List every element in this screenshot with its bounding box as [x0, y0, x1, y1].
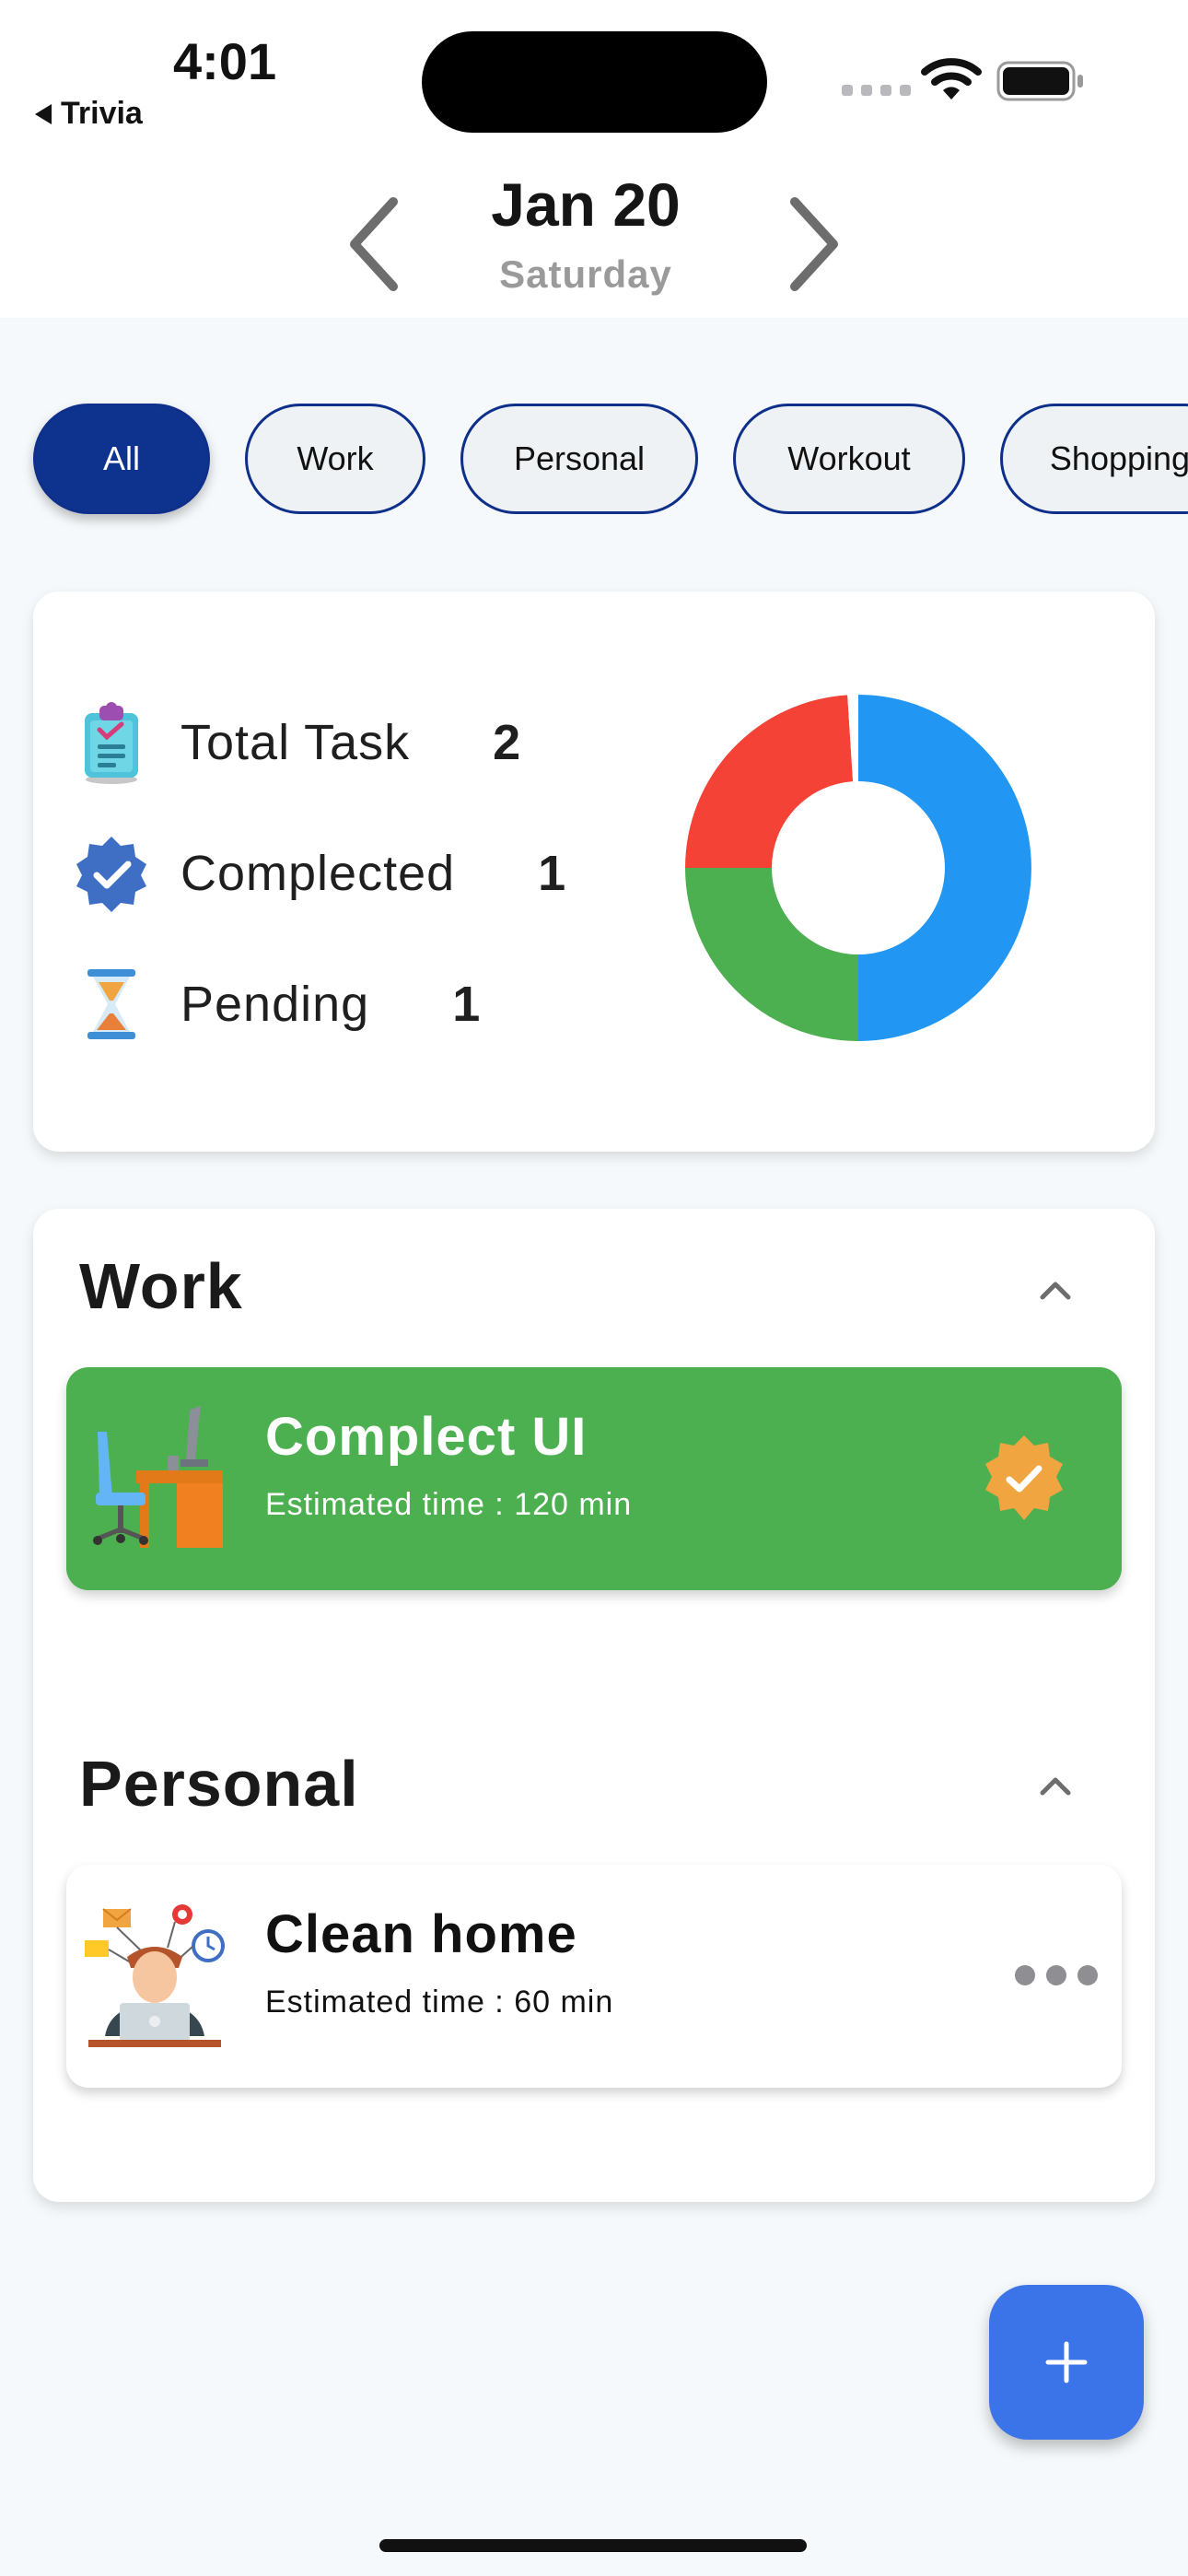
selected-weekday: Saturday	[499, 252, 672, 296]
filter-chip-work[interactable]: Work	[245, 404, 425, 514]
home-indicator[interactable]	[379, 2539, 807, 2552]
collapse-personal-button[interactable]	[1028, 1758, 1083, 1813]
filter-chip-all[interactable]: All	[33, 404, 210, 514]
stat-pending: Pending 1	[70, 958, 480, 1050]
back-app-label: Trivia	[61, 96, 143, 131]
section-title-personal: Personal	[79, 1748, 359, 1820]
stat-completed-label: Complected	[181, 846, 456, 901]
stat-pending-value: 1	[452, 977, 481, 1032]
collapse-work-button[interactable]	[1028, 1262, 1083, 1317]
back-to-app-link[interactable]: Trivia	[35, 96, 143, 132]
add-task-button[interactable]	[989, 2285, 1144, 2440]
app-screen: 4:01 Trivia Jan 20 Saturday All Work Per…	[0, 0, 1188, 2576]
completed-check-badge-icon[interactable]	[978, 1432, 1070, 1524]
clipboard-icon	[70, 697, 153, 789]
task-card-complect-ui[interactable]: Complect UI Estimated time : 120 min	[66, 1367, 1122, 1590]
task-card-clean-home[interactable]: Clean home Estimated time : 60 min	[66, 1865, 1122, 2088]
more-dot-icon	[1077, 1965, 1098, 1985]
status-bar: 4:01 Trivia	[0, 0, 1188, 157]
plus-icon	[1045, 2341, 1088, 2383]
battery-icon	[996, 61, 1083, 101]
more-dot-icon	[1046, 1965, 1066, 1985]
donut-slice-0	[858, 695, 1031, 1041]
more-options-button[interactable]	[1015, 1957, 1098, 1994]
task-status-donut-chart	[685, 695, 1031, 1041]
stat-total-label: Total Task	[181, 715, 411, 770]
date-navigator: Jan 20 Saturday	[0, 157, 1188, 318]
stat-pending-label: Pending	[181, 977, 370, 1032]
cellular-signal-icon	[842, 85, 911, 96]
verified-badge-icon	[70, 827, 153, 919]
person-at-laptop-icon	[85, 1904, 225, 2047]
task-name: Complect UI	[265, 1407, 588, 1467]
chevron-right-icon	[790, 197, 838, 291]
task-estimated-time: Estimated time : 60 min	[265, 1985, 614, 2020]
hourglass-icon	[70, 958, 153, 1050]
more-dot-icon	[1015, 1965, 1035, 1985]
filter-chip-personal[interactable]: Personal	[460, 404, 698, 514]
donut-slice-2	[685, 695, 854, 868]
stat-completed: Complected 1	[70, 827, 565, 919]
wifi-icon	[921, 58, 982, 100]
selected-date: Jan 20	[491, 170, 681, 239]
dynamic-island	[422, 31, 767, 133]
category-filter-bar: All Work Personal Workout Shopping	[33, 404, 1188, 516]
task-name: Clean home	[265, 1904, 577, 1964]
task-estimated-time: Estimated time : 120 min	[265, 1487, 633, 1522]
next-day-button[interactable]	[774, 193, 856, 295]
back-triangle-icon	[35, 103, 52, 124]
task-sections-card: Work Complect UI Estimated time: 120 mi…	[33, 1209, 1155, 2202]
filter-chip-workout[interactable]: Workout	[733, 404, 965, 514]
task-summary-card: Total Task 2 Complected 1 Pending 1	[33, 591, 1155, 1152]
status-time: 4:01	[173, 32, 277, 90]
stat-total-value: 2	[493, 715, 521, 770]
office-desk-icon	[93, 1406, 223, 1548]
chevron-up-icon	[1040, 1282, 1071, 1300]
stat-completed-value: 1	[538, 846, 566, 901]
chevron-up-icon	[1040, 1777, 1071, 1796]
filter-chip-shopping[interactable]: Shopping	[1000, 404, 1188, 514]
section-title-work: Work	[79, 1250, 243, 1322]
stat-total: Total Task 2	[70, 697, 520, 789]
donut-slice-1	[685, 868, 858, 1041]
